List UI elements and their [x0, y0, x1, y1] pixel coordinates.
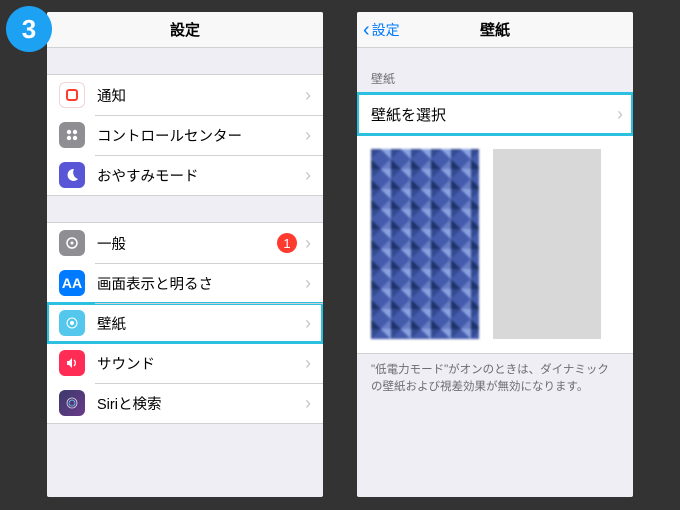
row-sound[interactable]: サウンド ›	[47, 343, 323, 383]
badge-count: 1	[277, 233, 297, 253]
chevron-right-icon: ›	[305, 85, 311, 106]
wallpaper-screen: ‹ 設定 壁紙 壁紙 壁紙を選択 › "低電力モード"がオンのときは、ダイナミッ…	[357, 12, 633, 497]
row-display[interactable]: AA 画面表示と明るさ ›	[47, 263, 323, 303]
back-button[interactable]: ‹ 設定	[363, 20, 400, 40]
footnote-text: "低電力モード"がオンのときは、ダイナミックの壁紙および視差効果が無効になります…	[357, 354, 633, 405]
settings-group-1: 通知 › コントロールセンター › おやすみモード ›	[47, 74, 323, 196]
row-general[interactable]: 一般 1 ›	[47, 223, 323, 263]
row-label: 通知	[97, 85, 305, 106]
wallpaper-icon	[59, 310, 85, 336]
row-control-center[interactable]: コントロールセンター ›	[47, 115, 323, 155]
chevron-right-icon: ›	[305, 125, 311, 146]
nav-bar: 設定	[47, 12, 323, 48]
control-center-icon	[59, 122, 85, 148]
chevron-right-icon: ›	[305, 353, 311, 374]
notifications-icon	[59, 82, 85, 108]
choose-label: 壁紙を選択	[371, 104, 446, 125]
wallpaper-previews	[357, 135, 633, 354]
chevron-right-icon: ›	[617, 104, 623, 125]
row-label: Siriと検索	[97, 393, 305, 414]
chevron-left-icon: ‹	[363, 20, 370, 40]
back-label: 設定	[372, 20, 400, 40]
row-label: サウンド	[97, 353, 305, 374]
choose-wallpaper-row[interactable]: 壁紙を選択 ›	[357, 93, 633, 135]
row-label: 壁紙	[97, 313, 305, 334]
chevron-right-icon: ›	[305, 233, 311, 254]
sound-icon	[59, 350, 85, 376]
nav-title: 設定	[170, 19, 200, 40]
step-badge: 3	[6, 6, 52, 52]
row-label: おやすみモード	[97, 165, 305, 186]
row-wallpaper[interactable]: 壁紙 ›	[47, 303, 323, 343]
row-dnd[interactable]: おやすみモード ›	[47, 155, 323, 195]
display-icon: AA	[59, 270, 85, 296]
home-screen-preview[interactable]	[493, 149, 601, 339]
row-label: コントロールセンター	[97, 125, 305, 146]
settings-root-screen: 設定 通知 › コントロールセンター › おやすみモード › 一般	[47, 12, 323, 497]
chevron-right-icon: ›	[305, 393, 311, 414]
section-header: 壁紙	[357, 48, 633, 93]
nav-title: 壁紙	[480, 19, 510, 40]
general-icon	[59, 230, 85, 256]
settings-group-2: 一般 1 › AA 画面表示と明るさ › 壁紙 › サウンド ›	[47, 222, 323, 424]
row-notifications[interactable]: 通知 ›	[47, 75, 323, 115]
chevron-right-icon: ›	[305, 313, 311, 334]
chevron-right-icon: ›	[305, 273, 311, 294]
nav-bar: ‹ 設定 壁紙	[357, 12, 633, 48]
dnd-icon	[59, 162, 85, 188]
row-label: 一般	[97, 233, 277, 254]
lock-screen-preview[interactable]	[371, 149, 479, 339]
row-siri[interactable]: Siriと検索 ›	[47, 383, 323, 423]
row-label: 画面表示と明るさ	[97, 273, 305, 294]
chevron-right-icon: ›	[305, 165, 311, 186]
siri-icon	[59, 390, 85, 416]
